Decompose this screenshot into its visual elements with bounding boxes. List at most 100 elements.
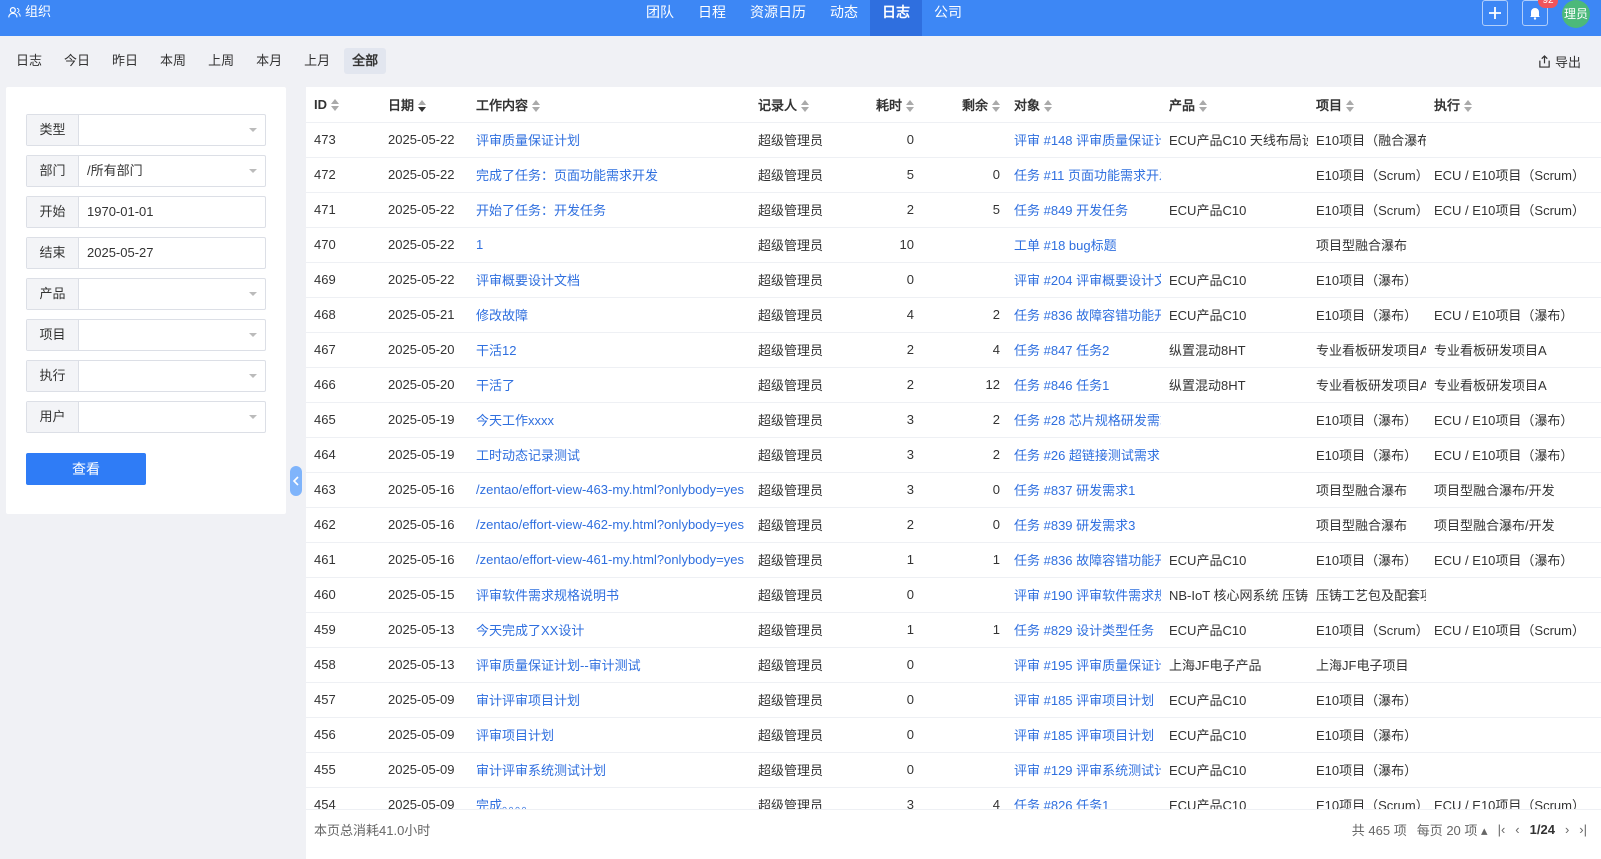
effort-table-container: ID 日期 工作内容 记录人 耗时 剩余 对象 产品 项目 执行 473 2025… [306, 87, 1601, 859]
col-header-cost[interactable]: 耗时 [866, 87, 928, 123]
cell-object[interactable]: 评审 #185 评审项目计划 [1014, 682, 1161, 718]
cell-content[interactable]: 今天工作xxxx [476, 402, 758, 438]
cell-left: 2 [928, 402, 1014, 438]
col-header-left[interactable]: 剩余 [928, 87, 1014, 123]
cell-product: ECU产品C10 [1161, 752, 1308, 788]
export-button[interactable]: 导出 [1538, 52, 1581, 71]
tab-last-week[interactable]: 上周 [200, 48, 242, 74]
cell-product [1161, 437, 1308, 473]
cell-content[interactable]: 干活12 [476, 332, 758, 368]
cell-cost: 10 [866, 227, 928, 263]
filter-product[interactable]: 产品 [26, 278, 266, 310]
tab-last-month[interactable]: 上月 [296, 48, 338, 74]
cell-object[interactable]: 评审 #185 评审项目计划 [1014, 717, 1161, 753]
filter-execution[interactable]: 执行 [26, 360, 266, 392]
cell-object[interactable]: 评审 #195 评审质量保证计划 [1014, 647, 1161, 683]
cell-object[interactable]: 任务 #11 页面功能需求开发 [1014, 157, 1161, 193]
last-page-icon[interactable]: ›| [1579, 822, 1587, 837]
cell-content[interactable]: 评审项目计划 [476, 717, 758, 753]
cell-content[interactable]: /zentao/effort-view-463-my.html?onlybody… [476, 472, 758, 508]
filter-project-select[interactable] [79, 320, 265, 350]
cell-content[interactable]: 完成了任务：页面功能需求开发 [476, 157, 758, 193]
cell-object[interactable]: 任务 #26 超链接测试需求 [1014, 437, 1161, 473]
tab-all[interactable]: 全部 [344, 48, 387, 74]
cell-object[interactable]: 评审 #148 评审质量保证计划 [1014, 122, 1161, 158]
cell-object[interactable]: 任务 #839 研发需求3 [1014, 507, 1161, 543]
cell-content[interactable]: 审计评审项目计划 [476, 682, 758, 718]
tab-yesterday[interactable]: 昨日 [104, 48, 146, 74]
cell-object[interactable]: 评审 #129 评审系统测试计划 [1014, 752, 1161, 788]
cell-object[interactable]: 任务 #847 任务2 [1014, 332, 1161, 368]
filter-user-select[interactable] [79, 402, 265, 432]
filter-department[interactable]: 部门 /所有部门 [26, 155, 266, 187]
nav-schedule[interactable]: 日程 [686, 0, 738, 36]
cell-content[interactable]: 工时动态记录测试 [476, 437, 758, 473]
avatar[interactable]: 理员 [1562, 0, 1590, 28]
filter-product-select[interactable] [79, 279, 265, 309]
filter-project[interactable]: 项目 [26, 319, 266, 351]
tab-effort[interactable]: 日志 [8, 48, 50, 74]
cell-object[interactable]: 工单 #18 bug标题 [1014, 227, 1161, 263]
cell-user: 超级管理员 [758, 717, 866, 753]
col-header-project[interactable]: 项目 [1308, 87, 1426, 123]
per-page-select[interactable]: 每页 20 项 ▴ [1417, 820, 1488, 839]
cell-content[interactable]: 1 [476, 227, 758, 263]
filter-execution-select[interactable] [79, 361, 265, 391]
nav-resource-calendar[interactable]: 资源日历 [738, 0, 818, 36]
col-header-execution[interactable]: 执行 [1426, 87, 1601, 123]
cell-content[interactable]: 开始了任务：开发任务 [476, 192, 758, 228]
cell-execution: ECU / E10项目（瀑布） [1426, 297, 1601, 333]
cell-content[interactable]: 干活了 [476, 367, 758, 403]
cell-user: 超级管理员 [758, 157, 866, 193]
cell-object[interactable]: 任务 #849 开发任务 [1014, 192, 1161, 228]
cell-content[interactable]: 修改故障 [476, 297, 758, 333]
cell-object[interactable]: 任务 #28 芯片规格研发需求 [1014, 402, 1161, 438]
tab-this-week[interactable]: 本周 [152, 48, 194, 74]
filter-type[interactable]: 类型 [26, 114, 266, 146]
org-switcher[interactable]: 组织 [8, 0, 51, 24]
create-button[interactable] [1482, 0, 1508, 26]
cell-object[interactable]: 任务 #829 设计类型任务 [1014, 612, 1161, 648]
cell-content[interactable]: /zentao/effort-view-461-my.html?onlybody… [476, 542, 758, 578]
collapse-panel-button[interactable] [290, 466, 302, 496]
nav-team[interactable]: 团队 [634, 0, 686, 36]
prev-page-icon[interactable]: ‹ [1515, 822, 1519, 837]
cell-content[interactable]: /zentao/effort-view-462-my.html?onlybody… [476, 507, 758, 543]
filter-start-input[interactable]: 1970-01-01 [79, 197, 265, 227]
cell-content[interactable]: 评审质量保证计划--审计测试 [476, 647, 758, 683]
cell-id: 455 [306, 752, 388, 788]
filter-start[interactable]: 开始 1970-01-01 [26, 196, 266, 228]
cell-content[interactable]: 评审概要设计文档 [476, 262, 758, 298]
query-button[interactable]: 查看 [26, 453, 146, 485]
col-header-content[interactable]: 工作内容 [476, 87, 758, 123]
cell-object[interactable]: 任务 #836 故障容错功能开发 [1014, 542, 1161, 578]
col-header-user[interactable]: 记录人 [758, 87, 866, 123]
cell-object[interactable]: 任务 #846 任务1 [1014, 367, 1161, 403]
cell-content[interactable]: 审计评审系统测试计划 [476, 752, 758, 788]
cell-object[interactable]: 评审 #190 评审软件需求规格说明书 [1014, 577, 1161, 613]
col-header-product[interactable]: 产品 [1161, 87, 1308, 123]
filter-end[interactable]: 结束 2025-05-27 [26, 237, 266, 269]
cell-object[interactable]: 任务 #836 故障容错功能开发 [1014, 297, 1161, 333]
cell-content[interactable]: 评审质量保证计划 [476, 122, 758, 158]
cell-content[interactable]: 今天完成了XX设计 [476, 612, 758, 648]
cell-left: 0 [928, 507, 1014, 543]
filter-type-select[interactable] [79, 115, 265, 145]
col-header-date[interactable]: 日期 [388, 87, 476, 123]
sort-icon [906, 100, 914, 113]
first-page-icon[interactable]: |‹ [1498, 822, 1506, 837]
nav-company[interactable]: 公司 [922, 0, 974, 36]
cell-object[interactable]: 任务 #837 研发需求1 [1014, 472, 1161, 508]
filter-end-input[interactable]: 2025-05-27 [79, 238, 265, 268]
filter-user[interactable]: 用户 [26, 401, 266, 433]
col-header-object[interactable]: 对象 [1014, 87, 1161, 123]
col-header-id[interactable]: ID [306, 87, 388, 123]
tab-this-month[interactable]: 本月 [248, 48, 290, 74]
next-page-icon[interactable]: › [1565, 822, 1569, 837]
nav-effort-log[interactable]: 日志 [870, 0, 922, 36]
cell-content[interactable]: 评审软件需求规格说明书 [476, 577, 758, 613]
nav-dynamics[interactable]: 动态 [818, 0, 870, 36]
filter-department-select[interactable]: /所有部门 [79, 156, 265, 186]
cell-object[interactable]: 评审 #204 评审概要设计文档 [1014, 262, 1161, 298]
tab-today[interactable]: 今日 [56, 48, 98, 74]
